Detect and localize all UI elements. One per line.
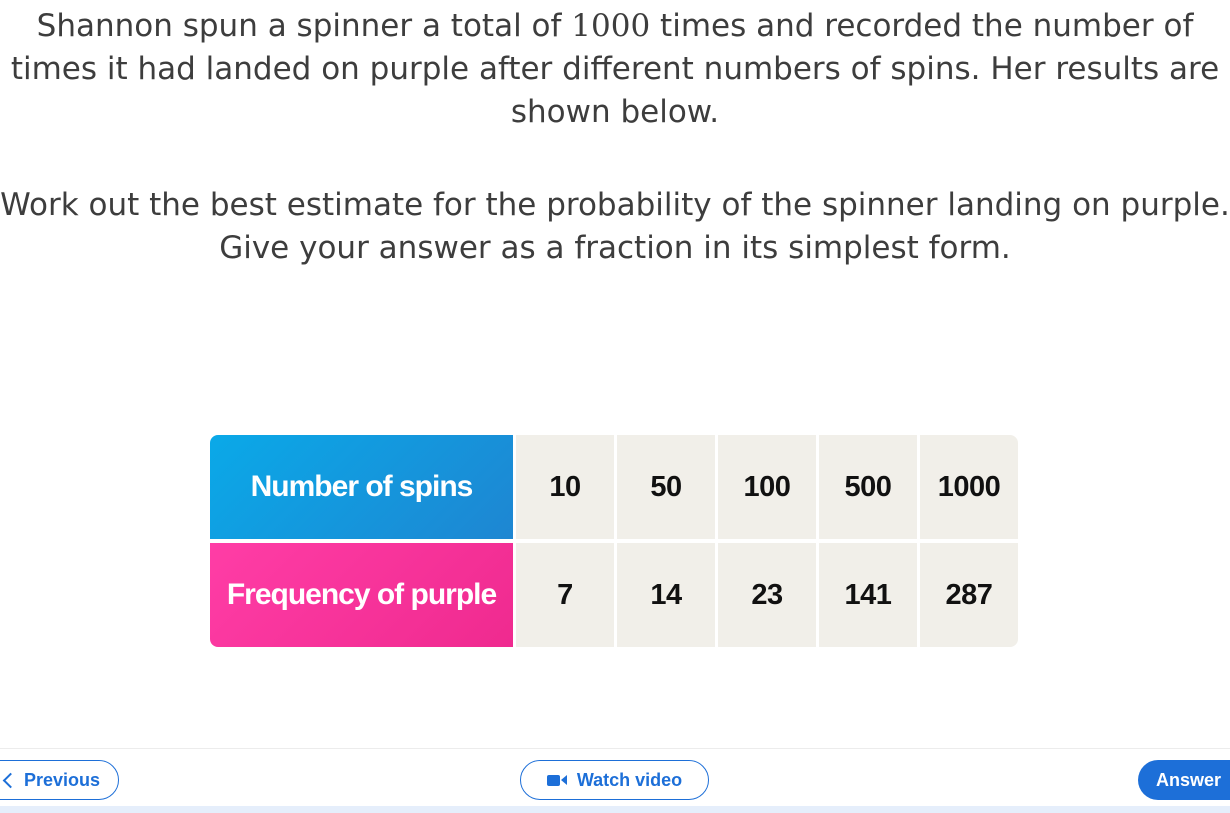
frequency-cell: 7 <box>513 543 614 647</box>
spins-cell: 50 <box>614 435 715 539</box>
row-header-frequency: Frequency of purple <box>210 543 513 647</box>
frequency-cell: 287 <box>917 543 1018 647</box>
watch-video-button[interactable]: Watch video <box>520 760 709 800</box>
question-answer-format: Give your answer as a fraction in its si… <box>219 230 1011 266</box>
question-paragraph-2: Work out the best estimate for the proba… <box>0 184 1230 270</box>
frequency-cell: 23 <box>715 543 816 647</box>
frequency-cell: 141 <box>816 543 917 647</box>
footer-divider <box>0 748 1230 749</box>
question-text-part1: Shannon spun a spinner a total of <box>36 8 572 44</box>
previous-label: Previous <box>24 769 101 790</box>
spins-cell: 100 <box>715 435 816 539</box>
answer-label: Answer <box>1156 769 1222 790</box>
question-total-spins: 1000 <box>571 8 651 44</box>
question-paragraph-1: Shannon spun a spinner a total of 1000 t… <box>0 5 1230 134</box>
chevron-left-icon <box>2 772 19 788</box>
question-instruction: Work out the best estimate for the proba… <box>0 187 1230 223</box>
video-camera-icon <box>546 774 567 786</box>
answer-button[interactable]: Answer <box>1138 760 1230 800</box>
spins-cell: 1000 <box>917 435 1018 539</box>
footer-bar <box>0 806 1230 813</box>
spins-cell: 500 <box>816 435 917 539</box>
frequency-cell: 14 <box>614 543 715 647</box>
previous-button[interactable]: Previous <box>0 760 119 800</box>
results-table: Number of spins 10 50 100 500 1000 Frequ… <box>210 435 1018 647</box>
spins-cell: 10 <box>513 435 614 539</box>
row-header-spins: Number of spins <box>210 435 513 539</box>
watch-video-label: Watch video <box>576 769 683 790</box>
